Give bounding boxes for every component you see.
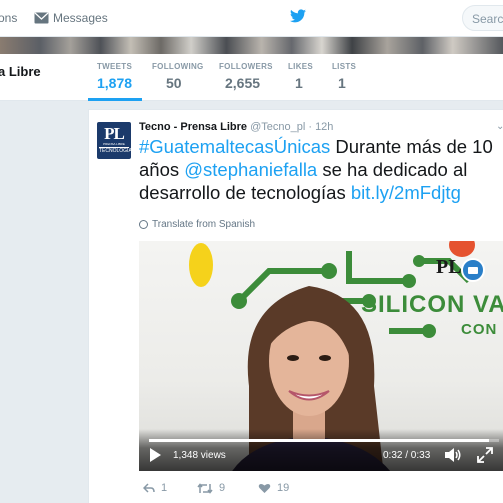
- stat-likes[interactable]: LIKES 1: [288, 62, 313, 91]
- video-player[interactable]: SILICON VAL CON F PL 1,348 views 0:32 / …: [139, 241, 503, 471]
- avatar-initials: PL: [104, 124, 125, 143]
- chevron-down-icon[interactable]: ⌄: [496, 121, 503, 132]
- tweet-actions: 1 9 19: [139, 480, 499, 500]
- tweet-header: Tecno - Prensa Libre @Tecno_pl · 12h: [139, 121, 333, 133]
- stat-value: 50: [166, 75, 182, 91]
- profile-banner-image: [0, 37, 503, 54]
- retweet-button[interactable]: 9: [197, 482, 225, 494]
- mention-link[interactable]: @stephaniefalla: [184, 159, 317, 180]
- stat-label: LIKES: [288, 62, 314, 71]
- video-logo: PL: [436, 256, 462, 278]
- video-time: 0:32 / 0:33: [383, 450, 431, 461]
- stat-lists[interactable]: LISTS 1: [332, 62, 356, 91]
- like-count: 19: [277, 482, 290, 494]
- tweet-separator: ·: [308, 121, 312, 133]
- retweet-count: 9: [219, 482, 226, 494]
- hashtag-link[interactable]: #GuatemaltecasÚnicas: [139, 136, 330, 157]
- stat-following[interactable]: FOLLOWING 50: [152, 62, 204, 91]
- reply-button[interactable]: 1: [143, 482, 167, 494]
- heart-icon: [258, 483, 271, 493]
- retweet-icon: [197, 482, 213, 494]
- stat-label: FOLLOWING: [152, 62, 204, 71]
- tweet-card[interactable]: PL PRENSA LIBRE TECNOLOGÍA Tecno - Prens…: [88, 109, 503, 503]
- stat-label: TWEETS: [97, 62, 133, 71]
- translate-label: Translate from Spanish: [152, 219, 256, 230]
- video-camera-icon: [461, 258, 485, 282]
- stat-label: FOLLOWERS: [219, 62, 273, 71]
- video-controls: 1,348 views 0:32 / 0:33: [139, 429, 503, 471]
- stat-tweets[interactable]: TWEETS 1,878: [97, 62, 132, 91]
- video-views: 1,348 views: [173, 450, 226, 461]
- notifications-nav-link[interactable]: ons: [0, 11, 17, 25]
- stat-value: 1: [338, 75, 346, 91]
- notifications-label: ons: [0, 11, 18, 25]
- wall-sign-text-2: CON F: [461, 321, 503, 338]
- tweet-text: #GuatemaltecasÚnicas Durante más de 10 a…: [139, 135, 503, 204]
- reply-count: 1: [161, 482, 168, 494]
- avatar-line2: TECNOLOGÍA: [99, 147, 132, 154]
- tweet-timestamp[interactable]: 12h: [315, 121, 333, 133]
- profile-name[interactable]: a Libre: [0, 64, 41, 79]
- video-progress-fill: [149, 439, 489, 442]
- reply-icon: [143, 483, 155, 493]
- translate-link[interactable]: Translate from Spanish: [139, 219, 255, 230]
- twitter-bird-icon[interactable]: [290, 9, 306, 23]
- play-icon[interactable]: [150, 448, 161, 462]
- video-progress-bar[interactable]: [149, 439, 499, 442]
- tweet-author[interactable]: Tecno - Prensa Libre: [139, 121, 247, 133]
- messages-nav-link[interactable]: Messages: [34, 11, 108, 25]
- avatar[interactable]: PL PRENSA LIBRE TECNOLOGÍA: [97, 122, 132, 159]
- like-button[interactable]: 19: [258, 482, 289, 494]
- messages-label: Messages: [53, 11, 108, 25]
- active-tab-indicator: [88, 98, 142, 101]
- volume-icon[interactable]: [444, 447, 462, 463]
- envelope-icon: [34, 12, 49, 24]
- stat-value: 1,878: [97, 75, 133, 91]
- url-link[interactable]: bit.ly/2mFdjtg: [351, 182, 461, 203]
- tweet-handle[interactable]: @Tecno_pl: [250, 121, 305, 133]
- top-navigation-bar: ons Messages Search: [0, 0, 503, 37]
- stat-label: LISTS: [332, 62, 357, 71]
- globe-icon: [139, 220, 148, 229]
- stat-followers[interactable]: FOLLOWERS 2,655: [219, 62, 273, 91]
- fullscreen-icon[interactable]: [477, 447, 493, 463]
- stat-value: 1: [295, 75, 303, 91]
- profile-stats-bar: a Libre TWEETS 1,878 FOLLOWING 50 FOLLOW…: [0, 54, 503, 101]
- avatar-line1: PRENSA LIBRE: [103, 142, 125, 146]
- search-input[interactable]: Search: [462, 5, 503, 31]
- stat-value: 2,655: [225, 75, 261, 91]
